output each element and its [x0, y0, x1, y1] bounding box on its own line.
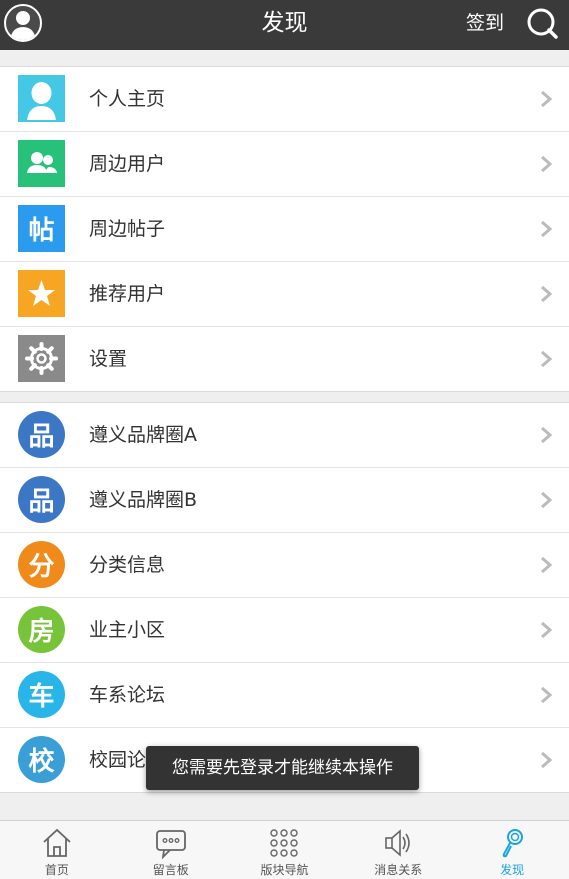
- car-icon: 车: [18, 671, 65, 718]
- gear-icon: [18, 335, 65, 382]
- menu-item-label: 设置: [89, 348, 128, 370]
- brand-icon: 品: [18, 411, 65, 458]
- menu-item-label: 遵义品牌圈B: [89, 489, 198, 511]
- person-icon: [18, 75, 65, 122]
- speaker-icon: [385, 829, 411, 857]
- category-icon: 分: [18, 541, 65, 588]
- chevron-right-icon: [541, 621, 553, 639]
- users-icon: [18, 140, 65, 187]
- tab-message-board[interactable]: 留言板: [114, 821, 228, 879]
- menu-item-label: 个人主页: [89, 88, 166, 110]
- menu-item-label: 遵义品牌圈A: [89, 424, 197, 446]
- home-icon: [43, 828, 71, 857]
- header-bar: 发现 签到: [0, 0, 569, 50]
- discover-icon: [502, 829, 524, 858]
- menu-group-2: 品 遵义品牌圈A 品 遵义品牌圈B 分 分类信息 房 业主小区 车 车系论坛 校…: [0, 402, 569, 793]
- post-icon: 帖: [18, 205, 65, 252]
- tab-home[interactable]: 首页: [0, 821, 114, 879]
- star-icon: [18, 270, 65, 317]
- signin-button[interactable]: 签到: [466, 0, 504, 46]
- menu-item-label: 分类信息: [89, 554, 166, 576]
- brand-icon: 品: [18, 476, 65, 523]
- menu-item-profile[interactable]: 个人主页: [0, 67, 569, 132]
- campus-icon: 校: [18, 736, 65, 783]
- tab-label: 首页: [44, 863, 69, 877]
- tab-label: 版块导航: [260, 863, 309, 877]
- search-icon[interactable]: [526, 7, 558, 39]
- chevron-right-icon: [541, 556, 553, 574]
- menu-group-1: 个人主页 周边用户 帖 周边帖子 推荐用户 设置: [0, 66, 569, 392]
- house-icon: 房: [18, 606, 65, 653]
- chevron-right-icon: [541, 686, 553, 704]
- menu-item-residential-community[interactable]: 房 业主小区: [0, 598, 569, 663]
- menu-item-nearby-users[interactable]: 周边用户: [0, 132, 569, 197]
- menu-item-label: 业主小区: [89, 619, 166, 641]
- chevron-right-icon: [541, 751, 553, 769]
- chevron-right-icon: [541, 285, 553, 303]
- menu-item-brand-circle-b[interactable]: 品 遵义品牌圈B: [0, 468, 569, 533]
- grid-icon: [270, 829, 299, 857]
- chevron-right-icon: [541, 491, 553, 509]
- bottom-tab-bar: 首页 留言板 版块导航 消息关系 发现: [0, 820, 569, 879]
- menu-item-label: 周边帖子: [89, 218, 166, 240]
- tab-label: 发现: [500, 863, 525, 877]
- menu-item-label: 车系论坛: [89, 684, 166, 706]
- tab-label: 消息关系: [374, 863, 423, 877]
- chevron-right-icon: [541, 220, 553, 238]
- menu-item-brand-circle-a[interactable]: 品 遵义品牌圈A: [0, 403, 569, 468]
- menu-item-label: 周边用户: [89, 153, 166, 175]
- menu-item-car-forum[interactable]: 车 车系论坛: [0, 663, 569, 728]
- chevron-right-icon: [541, 350, 553, 368]
- chevron-right-icon: [541, 426, 553, 444]
- menu-item-label: 推荐用户: [89, 283, 166, 305]
- tab-section-nav[interactable]: 版块导航: [228, 821, 342, 879]
- menu-item-recommended-users[interactable]: 推荐用户: [0, 262, 569, 327]
- menu-item-nearby-posts[interactable]: 帖 周边帖子: [0, 197, 569, 262]
- tab-discover[interactable]: 发现: [455, 821, 569, 879]
- chevron-right-icon: [541, 155, 553, 173]
- message-board-icon: [155, 830, 186, 859]
- tab-label: 留言板: [152, 863, 189, 877]
- menu-item-classifieds[interactable]: 分 分类信息: [0, 533, 569, 598]
- chevron-right-icon: [541, 90, 553, 108]
- menu-item-settings[interactable]: 设置: [0, 327, 569, 391]
- login-required-toast: 您需要先登录才能继续本操作: [146, 746, 419, 790]
- tab-messages[interactable]: 消息关系: [341, 821, 455, 879]
